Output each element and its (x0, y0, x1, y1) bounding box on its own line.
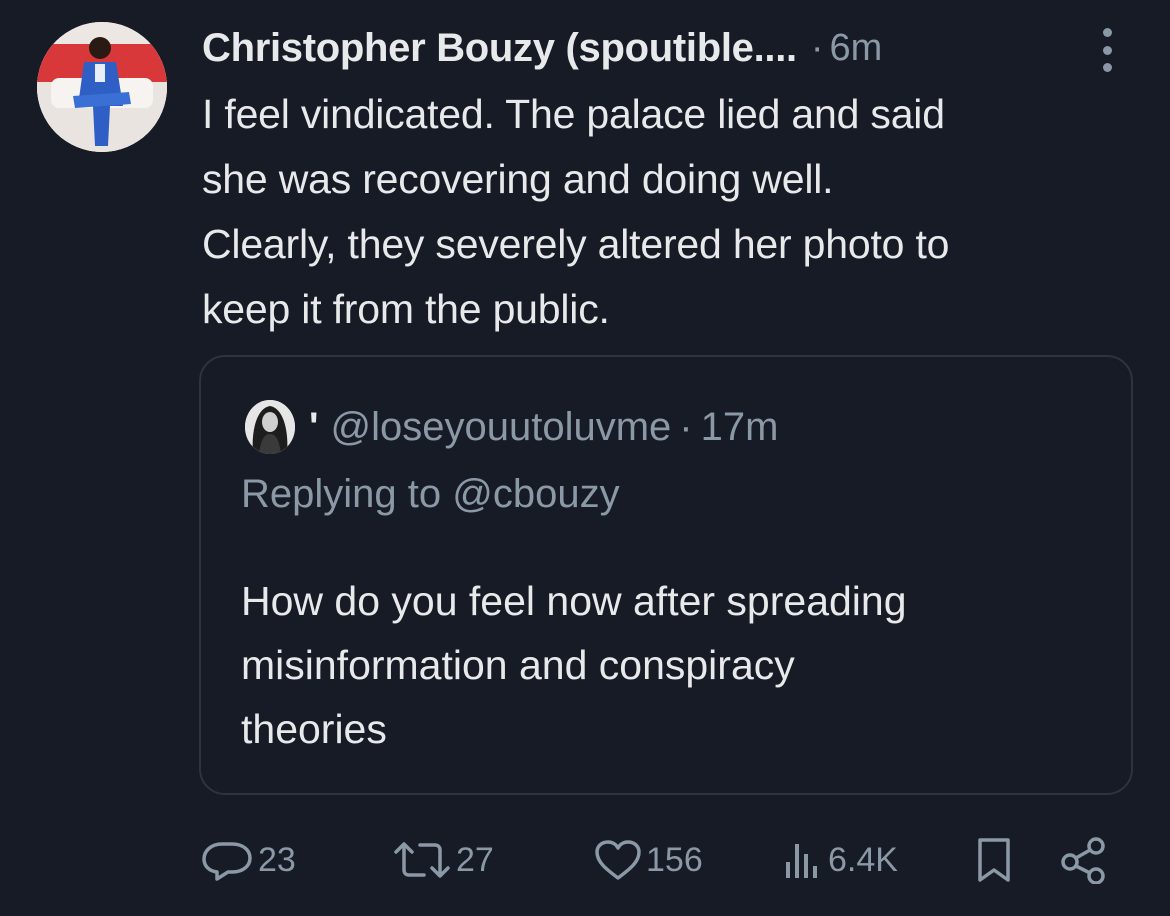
quoted-handle[interactable]: @loseyouutoluvme (331, 405, 672, 450)
quoted-text: How do you feel now after spreading misi… (241, 569, 1101, 761)
author-avatar[interactable] (37, 22, 167, 152)
bookmark-icon (972, 836, 1016, 884)
retweet-icon (390, 838, 454, 882)
heart-icon (592, 838, 644, 882)
replying-to: Replying to @cbouzy (241, 472, 620, 516)
quoted-tweet[interactable]: ' @loseyouutoluvme · 17m Replying to @cb… (199, 355, 1133, 795)
quoted-timestamp: 17m (700, 404, 779, 449)
quoted-avatar (245, 400, 295, 454)
bookmark-button[interactable] (972, 832, 1016, 888)
tweet-text-line: she was recovering and doing well. (202, 156, 834, 202)
like-button[interactable]: 156 (592, 832, 703, 888)
views-button[interactable]: 6.4K (780, 832, 898, 888)
share-icon (1058, 836, 1110, 884)
tweet-header: Christopher Bouzy (spoutible.... · 6m (202, 20, 1142, 76)
views-count: 6.4K (828, 840, 898, 879)
tweet-text-line: Clearly, they severely altered her photo… (202, 221, 950, 267)
reply-icon (200, 838, 256, 882)
quoted-display-name[interactable]: ' (309, 405, 319, 450)
share-button[interactable] (1058, 832, 1110, 888)
more-vertical-icon[interactable] (1098, 28, 1116, 72)
author-name[interactable]: Christopher Bouzy (spoutible.... (202, 26, 797, 71)
retweet-count: 27 (456, 840, 494, 879)
tweet-text-line: keep it from the public. (202, 286, 610, 332)
action-bar: 23 27 156 6.4K (200, 832, 1120, 888)
quoted-text-line: theories (241, 706, 387, 752)
retweet-button[interactable]: 27 (390, 832, 494, 888)
like-count: 156 (646, 840, 703, 879)
quoted-header: ' @loseyouutoluvme · 17m (245, 397, 778, 457)
reply-button[interactable]: 23 (200, 832, 296, 888)
tweet-text: I feel vindicated. The palace lied and s… (202, 82, 1147, 342)
quoted-text-line: misinformation and conspiracy (241, 642, 795, 688)
header-separator: · (810, 26, 824, 69)
tweet-card[interactable]: Christopher Bouzy (spoutible.... · 6m I … (0, 0, 1170, 916)
reply-count: 23 (258, 840, 296, 879)
quoted-text-line: How do you feel now after spreading (241, 578, 907, 624)
quoted-separator: · (679, 404, 693, 449)
tweet-timestamp[interactable]: 6m (830, 27, 883, 70)
views-icon (780, 838, 826, 882)
tweet-text-line: I feel vindicated. The palace lied and s… (202, 91, 945, 137)
